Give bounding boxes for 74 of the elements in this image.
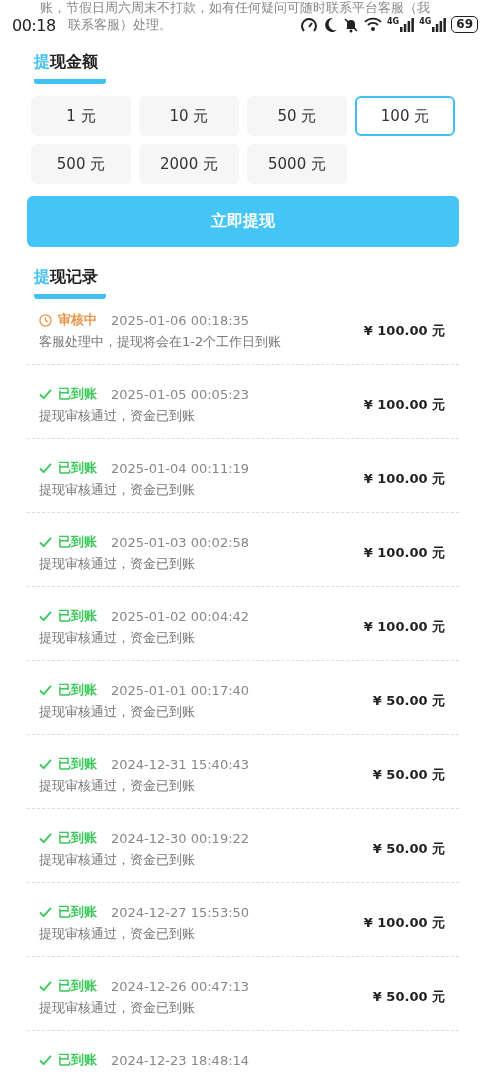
record-time: 2025-01-06 00:18:35	[111, 312, 250, 328]
amount-option[interactable]: 2000 元	[139, 144, 239, 184]
record-amount: ¥ 100.00 元	[363, 914, 445, 932]
record-amount: ¥ 50.00 元	[372, 840, 445, 858]
network-type: 4G	[387, 17, 400, 26]
notice-text: 账，节假日周六周末不打款，如有任何疑问可随时联系平台客服（我	[40, 0, 430, 16]
status-label: 已到账	[58, 681, 97, 699]
status-label: 已到账	[58, 607, 97, 625]
check-icon	[39, 980, 52, 992]
record-note: 提现审核通过，资金已到账	[39, 703, 196, 721]
gauge-icon	[300, 16, 318, 33]
record-amount: ¥ 100.00 元	[363, 544, 445, 562]
record-note: 提现审核通过，资金已到账	[39, 407, 196, 425]
network-type: 4G	[419, 17, 432, 26]
section-title: 提现金额	[34, 52, 106, 84]
amount-option[interactable]: 100 元	[355, 96, 455, 136]
amount-option[interactable]: 10 元	[139, 96, 239, 136]
status-label: 已到账	[58, 1051, 97, 1069]
check-icon	[39, 610, 52, 622]
status-label: 已到账	[58, 459, 97, 477]
record-time: 2025-01-02 00:04:42	[111, 608, 250, 624]
record-time: 2024-12-26 00:47:13	[111, 978, 250, 994]
check-icon	[39, 1054, 52, 1066]
record-amount: ¥ 100.00 元	[363, 618, 445, 636]
check-icon	[39, 758, 52, 770]
record-note: 提现审核通过，资金已到账	[39, 925, 196, 943]
record-time: 2025-01-01 00:17:40	[111, 682, 250, 698]
record-note: 提现审核通过，资金已到账	[39, 629, 196, 647]
status-label: 已到账	[58, 755, 97, 773]
record-amount: ¥ 100.00 元	[363, 396, 445, 414]
amount-option[interactable]: 500 元	[31, 144, 131, 184]
record-amount: ¥ 50.00 元	[372, 692, 445, 710]
check-icon	[39, 462, 52, 474]
check-icon	[39, 536, 52, 548]
record-note: 客服处理中，提现将会在1-2个工作日到账	[39, 333, 282, 351]
wifi-icon	[364, 17, 382, 32]
amount-option[interactable]: 50 元	[247, 96, 347, 136]
record-note: 提现审核通过，资金已到账	[39, 851, 196, 869]
status-label: 已到账	[58, 977, 97, 995]
status-label: 已到账	[58, 385, 97, 403]
record-time: 2024-12-23 18:48:14	[111, 1052, 250, 1068]
record-amount: ¥ 50.00 元	[372, 988, 445, 1006]
record-note: 提现审核通过，资金已到账	[39, 777, 196, 795]
amount-option[interactable]: 1 元	[31, 96, 131, 136]
record-note: 提现审核通过，资金已到账	[39, 555, 196, 573]
record-time: 2025-01-05 00:05:23	[111, 386, 250, 402]
record-time: 2025-01-04 00:11:19	[111, 460, 250, 476]
signal-icon	[400, 17, 415, 32]
section-title: 提现记录	[34, 267, 106, 299]
record-amount: ¥ 50.00 元	[372, 766, 445, 784]
signal-icon	[432, 17, 447, 32]
record-time: 2024-12-27 15:53:50	[111, 904, 250, 920]
clock-icon	[39, 313, 52, 327]
status-label: 已到账	[58, 829, 97, 847]
check-icon	[39, 906, 52, 918]
record-time: 2025-01-03 00:02:58	[111, 534, 250, 550]
check-icon	[39, 832, 52, 844]
record-note: 提现审核通过，资金已到账	[39, 481, 196, 499]
record-amount: ¥ 100.00 元	[363, 470, 445, 488]
notice-text: 联系客服）处理。	[68, 17, 172, 33]
status-label: 已到账	[58, 903, 97, 921]
check-icon	[39, 684, 52, 696]
clock-time: 00:18	[12, 15, 56, 37]
status-label: 已到账	[58, 533, 97, 551]
record-time: 2024-12-31 15:40:43	[111, 756, 250, 772]
bell-off-icon	[343, 16, 359, 33]
moon-icon	[323, 16, 338, 33]
status-label: 审核中	[58, 311, 97, 329]
record-time: 2024-12-30 00:19:22	[111, 830, 250, 846]
record-note: 提现审核通过，资金已到账	[39, 999, 196, 1017]
amount-option[interactable]: 5000 元	[247, 144, 347, 184]
battery-level: 69	[451, 16, 478, 33]
check-icon	[39, 388, 52, 400]
record-amount: ¥ 100.00 元	[363, 322, 445, 340]
